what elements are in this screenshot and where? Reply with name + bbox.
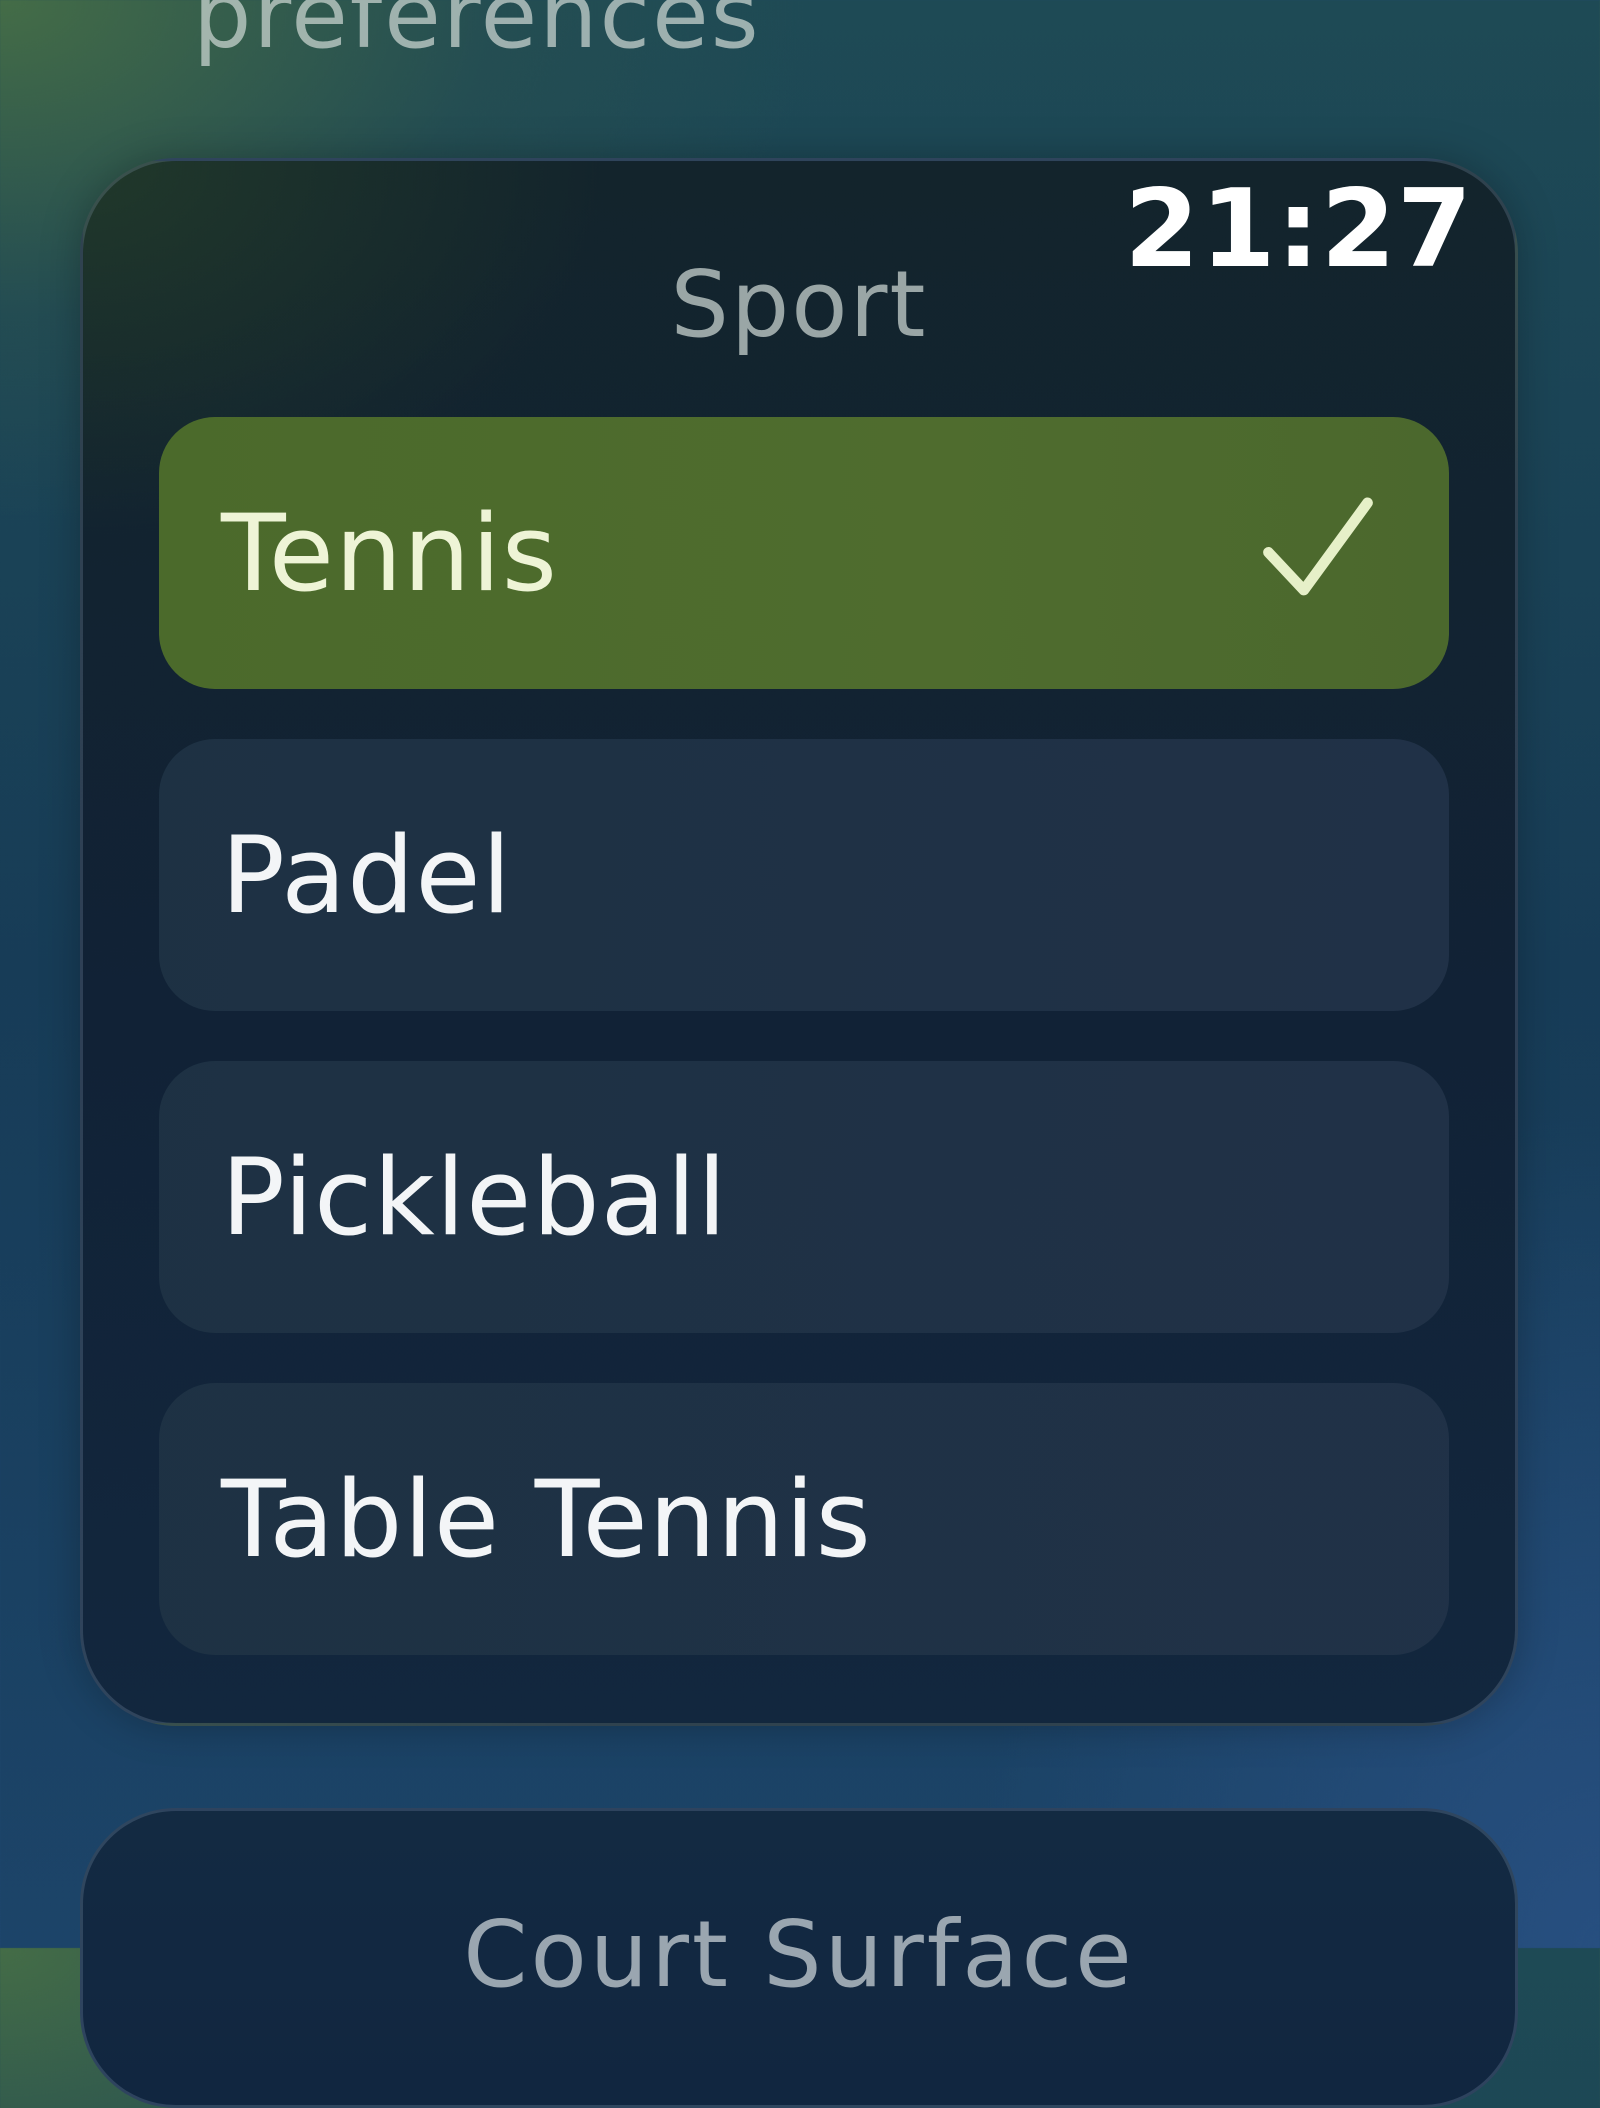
sport-option-pickleball[interactable]: Pickleball bbox=[159, 1061, 1449, 1333]
sport-option-label: Tennis bbox=[221, 491, 558, 615]
sport-option-table-tennis[interactable]: Table Tennis bbox=[159, 1383, 1449, 1655]
sport-option-padel[interactable]: Padel bbox=[159, 739, 1449, 1011]
screen-title: preferences bbox=[193, 0, 761, 69]
checkmark-icon bbox=[1263, 497, 1373, 596]
sport-option-label: Padel bbox=[221, 813, 513, 937]
sport-option-tennis[interactable]: Tennis bbox=[159, 417, 1449, 689]
sport-option-label: Pickleball bbox=[221, 1135, 728, 1259]
sport-section-label: Sport bbox=[670, 251, 928, 358]
sport-card: 21:27 Sport Tennis Padel Pickleball Tabl… bbox=[80, 158, 1518, 1726]
sport-option-label: Table Tennis bbox=[221, 1457, 872, 1581]
sport-options-list: Tennis Padel Pickleball Table Tennis bbox=[159, 417, 1449, 1655]
court-surface-section-label: Court Surface bbox=[463, 1901, 1135, 2008]
court-surface-card: Court Surface bbox=[80, 1808, 1518, 2108]
